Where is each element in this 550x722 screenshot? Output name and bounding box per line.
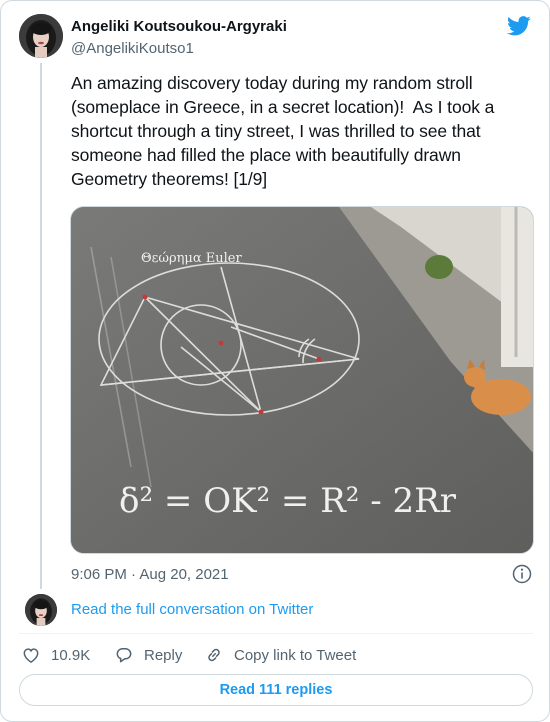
conversation-avatar[interactable] (25, 594, 57, 626)
tweet-text: An amazing discovery today during my ran… (71, 73, 500, 189)
copy-link-button[interactable]: Copy link to Tweet (204, 644, 356, 666)
tweet-timestamp[interactable]: 9:06 PM · Aug 20, 2021 (71, 566, 229, 583)
thread-line (40, 63, 42, 589)
like-count: 10.9K (51, 646, 91, 664)
like-button[interactable]: 10.9K (21, 644, 90, 666)
link-icon (208, 648, 220, 662)
copy-link-label: Copy link to Tweet (234, 646, 357, 664)
heart-icon (23, 648, 39, 663)
read-conversation-link[interactable]: Read the full conversation on Twitter (71, 601, 313, 618)
author-avatar[interactable] (19, 14, 63, 58)
tweet-card: Angeliki Koutsoukou-Argyraki @AngelikiKo… (0, 0, 550, 722)
author-name[interactable]: Angeliki Koutsoukou-Argyraki (71, 18, 287, 35)
read-replies-button[interactable]: Read 111 replies (19, 674, 533, 706)
reply-button[interactable]: Reply (114, 644, 182, 666)
chalk-title: Θεώρημα Euler (141, 251, 242, 266)
info-icon[interactable] (512, 564, 532, 584)
twitter-bird-icon[interactable] (507, 16, 531, 36)
reply-label: Reply (144, 646, 183, 664)
actions-divider (19, 633, 533, 634)
chalk-formula: δ² = OK² = R² - 2Rr (119, 481, 457, 521)
author-handle[interactable]: @AngelikiKoutso1 (71, 40, 194, 57)
reply-bubble-icon (116, 648, 132, 663)
tweet-photo[interactable]: Θεώρημα Euler δ² = OK² = R² - 2Rr (70, 206, 534, 554)
